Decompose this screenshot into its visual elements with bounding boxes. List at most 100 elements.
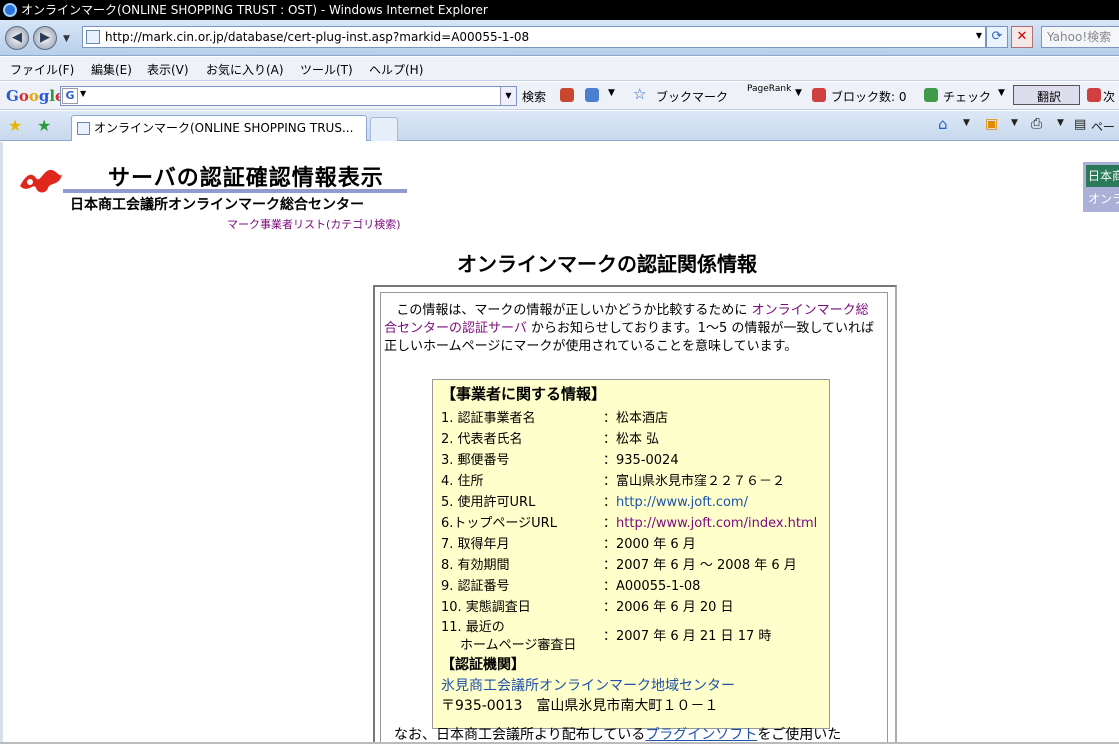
info-label-cont: ホームページ審査日 xyxy=(460,638,577,653)
next-button[interactable]: 次 xyxy=(1103,88,1115,105)
header-title: サーバの認証確認情報表示 xyxy=(108,166,384,191)
popup-blocker-icon[interactable] xyxy=(812,88,826,102)
chevron-down-icon[interactable]: ▼ xyxy=(795,88,802,98)
info-label: 4. 住所 xyxy=(441,474,484,489)
chevron-down-icon[interactable]: ▼ xyxy=(1057,118,1064,128)
info-value: ：富山県氷見市窪２２７６－２ xyxy=(603,474,786,489)
news-icon[interactable] xyxy=(560,88,574,102)
intro-text: この情報は、マークの情報が正しいかどうか比較するために オンラインマーク総合セン… xyxy=(384,302,876,356)
history-dropdown-icon[interactable]: ▼ xyxy=(63,34,70,44)
sidenav-item-1[interactable]: 日本商 xyxy=(1086,165,1119,187)
menu-view[interactable]: 表示(V) xyxy=(147,61,189,78)
window-title: オンラインマーク(ONLINE SHOPPING TRUST : OST) - … xyxy=(21,3,488,17)
bookmark-star-icon[interactable]: ☆ xyxy=(633,85,646,103)
tab-title: オンラインマーク(ONLINE SHOPPING TRUS... xyxy=(94,121,354,135)
chevron-down-icon[interactable]: ▼ xyxy=(80,89,86,98)
permitted-url-link[interactable]: http://www.joft.com/ xyxy=(616,495,748,510)
value-prefix: ： xyxy=(603,516,617,531)
menu-bar: ファイル(F) 編集(E) 表示(V) お気に入り(A) ツール(T) ヘルプ(… xyxy=(0,57,1119,81)
menu-edit[interactable]: 編集(E) xyxy=(91,61,132,78)
google-toolbar: Google G ▼ ▼ 検索 ▼ ☆ ブックマーク PageRank ▼ ブロ… xyxy=(0,82,1119,110)
auth-org-link[interactable]: 氷見商工会議所オンラインマーク地域センター xyxy=(441,675,735,695)
search-input[interactable]: Yahoo!検索 xyxy=(1041,26,1119,48)
plugin-software-link[interactable]: プラグインソフト xyxy=(645,727,757,743)
ie-icon xyxy=(3,3,17,17)
spellcheck-button[interactable]: チェック xyxy=(943,88,991,105)
page-menu-icon[interactable]: ▤ xyxy=(1074,117,1086,132)
google-search-dropdown-icon[interactable]: ▼ xyxy=(500,87,516,105)
info-label: 7. 取得年月 xyxy=(441,537,510,552)
page-icon xyxy=(86,30,100,44)
page-content: サーバの認証確認情報表示 日本商工会議所オンラインマーク総合センター マーク事業… xyxy=(0,142,1119,744)
rss-feed-icon[interactable]: ▣ xyxy=(985,116,998,132)
browser-window: オンラインマーク(ONLINE SHOPPING TRUST : OST) - … xyxy=(0,0,1119,744)
next-icon[interactable] xyxy=(1087,88,1101,102)
pagerank-label[interactable]: PageRank xyxy=(747,84,791,94)
info-label: 2. 代表者氏名 xyxy=(441,432,523,447)
jcci-logo-icon xyxy=(20,169,62,193)
title-bar: オンラインマーク(ONLINE SHOPPING TRUST : OST) - … xyxy=(0,0,1119,20)
address-field[interactable]: http://mark.cin.or.jp/database/cert-plug… xyxy=(82,26,986,48)
chevron-down-icon[interactable]: ▼ xyxy=(608,88,615,98)
popup-block-count[interactable]: ブロック数: 0 xyxy=(831,88,907,105)
auth-org-heading: 【認証機関】 xyxy=(441,657,525,673)
info-value: ：2000 年 6 月 xyxy=(603,537,696,552)
info-value: ：松本 弘 xyxy=(603,432,660,447)
google-search-input[interactable]: G ▼ ▼ xyxy=(60,86,517,106)
back-button[interactable]: ◀ xyxy=(5,26,29,50)
menu-help[interactable]: ヘルプ(H) xyxy=(369,61,423,78)
info-label: 1. 認証事業者名 xyxy=(441,411,536,426)
info-label: 6.トップページURL xyxy=(441,516,557,531)
info-label: 9. 認証番号 xyxy=(441,579,510,594)
tools-icon[interactable] xyxy=(585,88,599,102)
spellcheck-icon[interactable] xyxy=(924,88,938,102)
value-prefix: ： xyxy=(603,495,617,510)
info-value: ：2006 年 6 月 20 日 xyxy=(603,600,734,615)
tab-bar: ★ ★ オンラインマーク(ONLINE SHOPPING TRUS... ⌂ ▼… xyxy=(0,111,1119,141)
page-title: オンラインマークの認証関係情報 xyxy=(457,252,757,276)
refresh-button[interactable]: ⟳ xyxy=(986,26,1008,48)
chevron-down-icon[interactable]: ▼ xyxy=(1011,118,1018,128)
home-icon[interactable]: ⌂ xyxy=(938,115,948,133)
stop-button[interactable]: ✕ xyxy=(1011,26,1033,48)
side-nav: 日本商 オンラ xyxy=(1083,162,1119,212)
translate-button[interactable]: 翻訳 xyxy=(1013,85,1080,105)
forward-button[interactable]: ▶ xyxy=(33,26,57,50)
info-label: 11. 最近の xyxy=(441,620,505,635)
translate-label: 翻訳 xyxy=(1037,90,1062,104)
chevron-down-icon[interactable]: ▼ xyxy=(998,88,1005,98)
auth-org-address: 〒935-0013 富山県氷見市南大町１０－１ xyxy=(441,698,719,714)
address-dropdown-icon[interactable]: ▼ xyxy=(976,31,982,40)
info-value: ：http://www.joft.com/index.html xyxy=(603,512,817,531)
google-logo[interactable]: Google xyxy=(6,87,65,105)
bookmarks-button[interactable]: ブックマーク xyxy=(656,88,728,105)
page-menu-button[interactable]: ペー xyxy=(1091,118,1115,135)
google-g-icon[interactable]: G xyxy=(62,88,78,104)
footer-note: なお、日本商工会議所より配布しているプラグインソフトをご使用いた xyxy=(394,724,841,744)
info-label: 5. 使用許可URL xyxy=(441,495,536,510)
business-info-heading: 【事業者に関する情報】 xyxy=(441,385,607,403)
info-value: ：2007 年 6 月 ～ 2008 年 6 月 xyxy=(603,558,797,573)
menu-file[interactable]: ファイル(F) xyxy=(10,61,74,78)
favorites-star-icon[interactable]: ★ xyxy=(8,116,22,135)
top-page-url-link[interactable]: http://www.joft.com/index.html xyxy=(616,516,817,531)
mark-list-link[interactable]: マーク事業者リスト(カテゴリ検索) xyxy=(227,216,401,232)
address-url[interactable]: http://mark.cin.or.jp/database/cert-plug… xyxy=(105,30,529,44)
new-tab-button[interactable] xyxy=(370,117,398,141)
sidenav-item-2[interactable]: オンラ xyxy=(1088,190,1119,207)
chevron-down-icon[interactable]: ▼ xyxy=(963,118,970,128)
info-value: ：松本酒店 xyxy=(603,411,669,426)
footer-post: をご使用いた xyxy=(757,727,842,743)
info-value: ：A00055-1-08 xyxy=(603,579,701,594)
menu-tools[interactable]: ツール(T) xyxy=(300,61,353,78)
tab-active[interactable]: オンラインマーク(ONLINE SHOPPING TRUS... xyxy=(71,115,367,141)
info-value: ：935-0024 xyxy=(603,453,679,468)
footer-pre: なお、日本商工会議所より配布している xyxy=(394,727,646,743)
google-search-button[interactable]: 検索 xyxy=(522,88,546,105)
address-toolbar: ◀ ▶ ▼ http://mark.cin.or.jp/database/cer… xyxy=(0,20,1119,56)
header-underline xyxy=(63,189,407,193)
menu-favorites[interactable]: お気に入り(A) xyxy=(206,61,284,78)
add-favorites-icon[interactable]: ★ xyxy=(37,116,51,135)
info-label: 8. 有効期間 xyxy=(441,558,510,573)
print-icon[interactable]: ⎙ xyxy=(1031,116,1042,132)
